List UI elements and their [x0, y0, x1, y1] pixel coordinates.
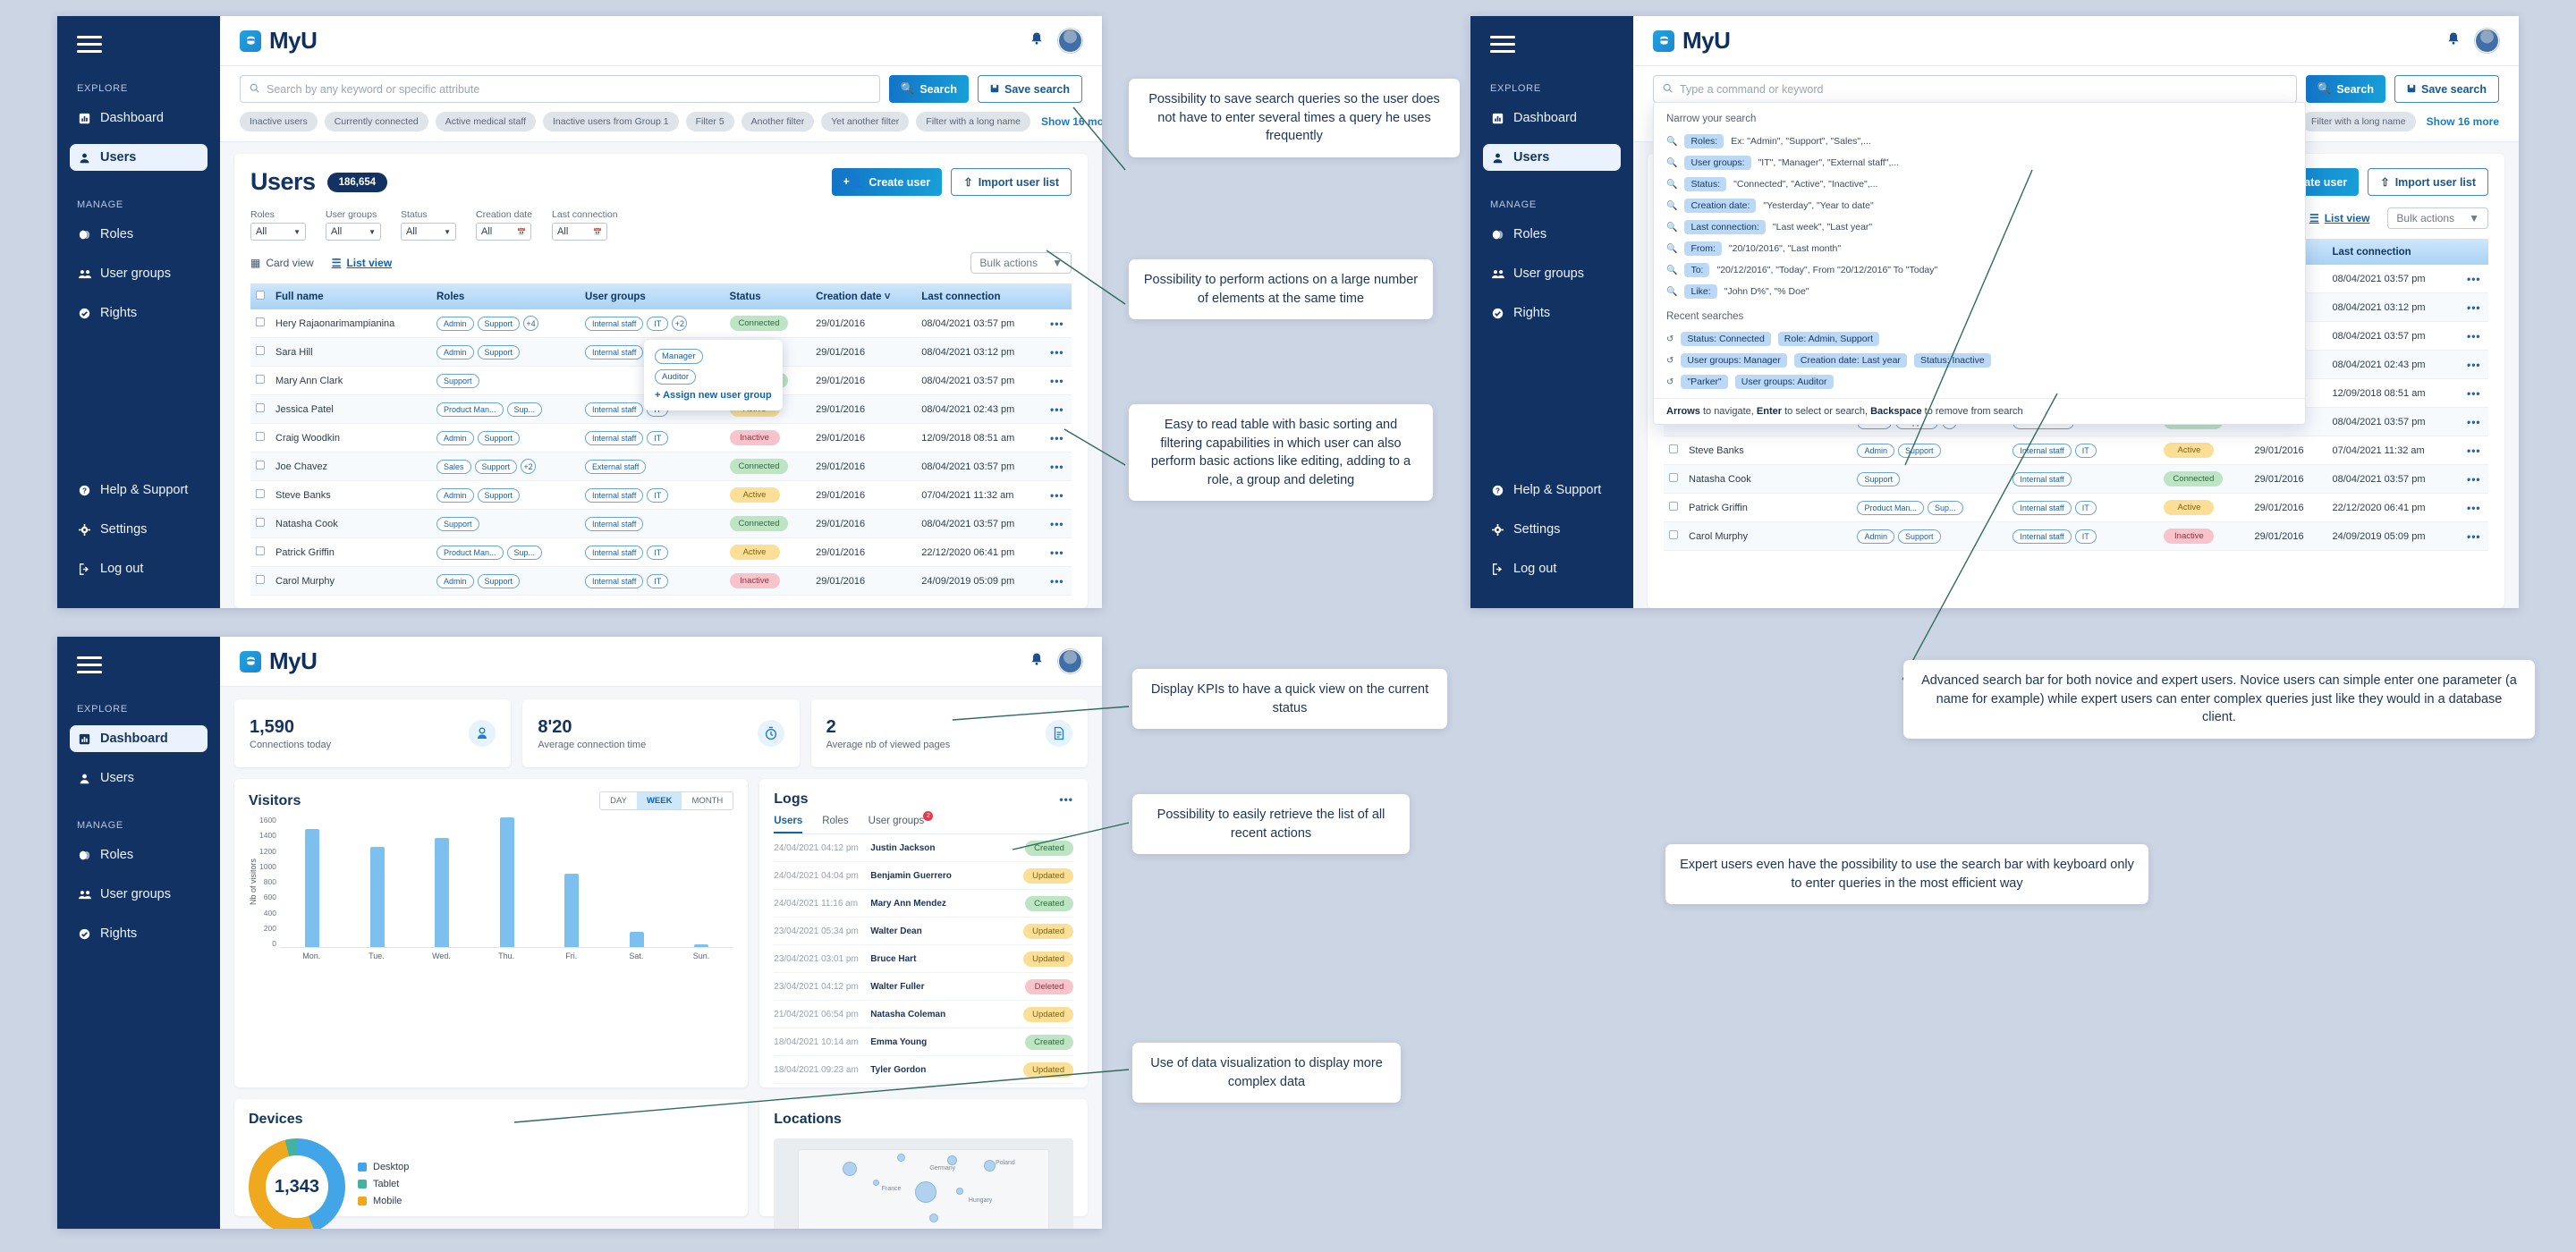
- annotation-text: Possibility to save search queries so th…: [1148, 92, 1440, 144]
- annotation-text: Possibility to perform actions on a larg…: [1143, 273, 1419, 306]
- annotation-text: Use of data visualization to display mor…: [1150, 1056, 1383, 1089]
- annotation-recent-actions: Possibility to easily retrieve the list …: [1132, 794, 1410, 855]
- annotation-dataviz: Use of data visualization to display mor…: [1132, 1043, 1401, 1104]
- annotation-text: Display KPIs to have a quick view on the…: [1150, 682, 1429, 715]
- annotation-text: Easy to read table with basic sorting an…: [1150, 418, 1411, 487]
- presentation-canvas: EXPLORE Dashboard Users MANAGE Roles Use…: [0, 0, 2576, 1252]
- annotation-text: Advanced search bar for both novice and …: [1921, 673, 2517, 725]
- annotation-keyboard-only: Expert users even have the possibility t…: [1665, 844, 2148, 905]
- annotation-easy-table: Easy to read table with basic sorting an…: [1129, 404, 1433, 502]
- annotation-text: Possibility to easily retrieve the list …: [1157, 808, 1385, 841]
- annotation-advanced-search: Advanced search bar for both novice and …: [1903, 660, 2535, 739]
- annotation-kpis: Display KPIs to have a quick view on the…: [1132, 669, 1447, 730]
- annotation-text: Expert users even have the possibility t…: [1680, 858, 2134, 891]
- annotation-bulk-actions: Possibility to perform actions on a larg…: [1129, 259, 1433, 320]
- annotation-save-queries: Possibility to save search queries so th…: [1129, 79, 1460, 157]
